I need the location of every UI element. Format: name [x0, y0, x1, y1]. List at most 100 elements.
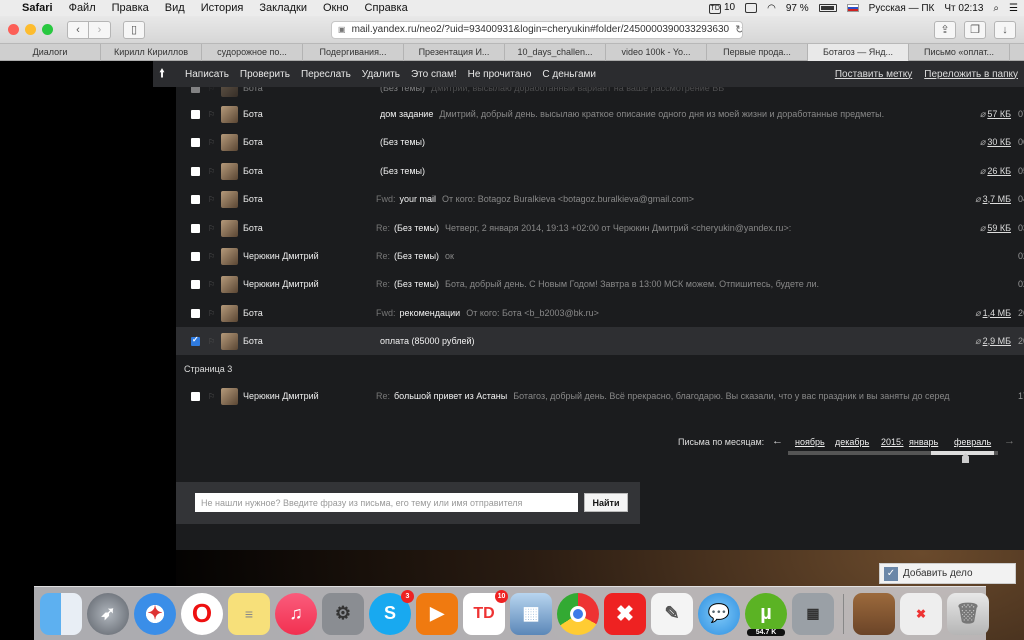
importance-flag-icon[interactable]: ⚐ — [208, 87, 216, 93]
messages-icon[interactable]: 💬 — [698, 592, 740, 635]
month-november[interactable]: ноябрь — [795, 437, 825, 447]
wifi-icon[interactable]: ◠ — [767, 3, 776, 14]
downloads-stack-icon[interactable] — [853, 592, 895, 635]
message-row[interactable]: ⚐ Бота (Без темы) ⌀26 КБ 05.01.14 — [176, 157, 1024, 185]
months-prev-arrow-icon[interactable]: ← — [772, 435, 783, 447]
message-subject-area[interactable]: Fwd: your mail От кого: Botagoz Buralkieva… — [376, 194, 966, 204]
year-2015[interactable]: 2015: — [881, 437, 904, 447]
importance-flag-icon[interactable]: ⚐ — [208, 280, 216, 289]
importance-flag-icon[interactable]: ⚐ — [208, 252, 216, 261]
importance-flag-icon[interactable]: ⚐ — [208, 195, 216, 204]
message-subject-area[interactable]: (Без темы) — [376, 137, 966, 147]
menu-app-name[interactable]: Safari — [22, 2, 53, 14]
check-mail-button[interactable]: Проверить — [240, 69, 290, 80]
scroll-up-icon[interactable]: 🠙 — [159, 64, 175, 85]
forward-button[interactable]: › — [89, 20, 111, 39]
message-row[interactable]: ⚐ Бота Re: (Без темы) Четверг, 2 января 2014… — [176, 214, 1024, 242]
textedit-icon[interactable]: ✎ — [651, 592, 693, 635]
menu-file[interactable]: Файл — [69, 2, 96, 14]
spotlight-icon[interactable]: ⌕ — [993, 3, 999, 14]
message-row[interactable]: ⚐ Черюкин Дмитрий Re: большой привет из Аст… — [176, 382, 1024, 410]
notification-center-icon[interactable]: ☰ — [1009, 3, 1018, 14]
minimize-window-icon[interactable] — [25, 24, 36, 35]
menu-bookmarks[interactable]: Закладки — [259, 2, 307, 14]
menu-help[interactable]: Справка — [365, 2, 408, 14]
back-button[interactable]: ‹ — [67, 20, 89, 39]
finder-icon[interactable] — [40, 592, 82, 635]
message-row[interactable]: ⚐ Черюкин Дмитрий Re: (Без темы) Бота, добры… — [176, 270, 1024, 298]
attachment-size[interactable]: ⌀ 1,4 МБ — [966, 308, 1011, 319]
set-label-button[interactable]: Поставить метку — [835, 69, 912, 80]
tab-podergivaniya[interactable]: Подергивания... — [303, 44, 404, 61]
trash-icon[interactable]: 🗑 — [947, 592, 989, 635]
tab-pervye-prodazhi[interactable]: Первые прода... — [707, 44, 808, 61]
message-subject-area[interactable]: Re: большой привет из Астаны Ботагоз, добр… — [376, 391, 966, 401]
safari-icon[interactable]: ✦ — [134, 592, 176, 635]
address-bar[interactable]: ▣ mail.yandex.ru/neo2/?uid=93400931&logi… — [331, 20, 743, 39]
message-row[interactable]: ⚐ Бота Fwd: рекомендации От кого: Бота <b_b2… — [176, 299, 1024, 327]
attachment-size[interactable]: ⌀ 57 КБ — [966, 109, 1011, 120]
tab-10-days[interactable]: 10_days_challen... — [505, 44, 606, 61]
search-input[interactable] — [195, 493, 578, 512]
message-subject-area[interactable]: Re: (Без темы) Бота, добрый день. С Новым … — [376, 279, 966, 289]
tabs-overview-icon[interactable]: ❐ — [964, 20, 986, 39]
opera-icon[interactable]: O — [181, 592, 223, 635]
message-row[interactable]: ⚐ Бота дом задание Дмитрий, добрый день. вы… — [176, 100, 1024, 128]
status-app-icon[interactable] — [745, 3, 758, 13]
month-february[interactable]: февраль — [954, 437, 991, 447]
compose-button[interactable]: Написать — [185, 69, 229, 80]
tab-dialogi[interactable]: Диалоги — [0, 44, 101, 61]
player-icon[interactable]: ▶ — [416, 592, 458, 635]
share-icon[interactable]: ⇪ — [934, 20, 956, 39]
message-checkbox[interactable] — [191, 194, 200, 204]
chrome-icon[interactable] — [557, 592, 599, 635]
message-checkbox[interactable] — [191, 166, 200, 176]
message-checkbox[interactable] — [191, 279, 200, 289]
tasks-app-icon[interactable]: TD 10 — [463, 589, 508, 635]
menu-edit[interactable]: Правка — [112, 2, 149, 14]
message-checkbox[interactable] — [191, 335, 200, 346]
tab-video[interactable]: video 100k - Yo... — [606, 44, 707, 61]
sidebar-toggle-icon[interactable]: ▯ — [123, 20, 145, 39]
message-checkbox[interactable] — [191, 137, 200, 147]
tab-prezentatsiya[interactable]: Презентация И... — [404, 44, 505, 61]
importance-flag-icon[interactable]: ⚐ — [208, 224, 216, 233]
message-checkbox[interactable] — [191, 223, 200, 233]
documents-stack-icon[interactable]: ✖ — [900, 592, 942, 635]
menu-window[interactable]: Окно — [323, 2, 349, 14]
russian-flag-icon[interactable] — [846, 4, 859, 12]
preview-icon[interactable]: ▦ — [510, 592, 552, 635]
notification-status-icon[interactable]: TD 10 — [709, 2, 735, 14]
tab-pismo-oplata[interactable]: Письмо «оплат... — [909, 44, 1010, 61]
attachment-size[interactable]: ⌀ 3,7 МБ — [966, 194, 1011, 205]
menu-history[interactable]: История — [201, 2, 244, 14]
notes-icon[interactable]: ≡ — [228, 592, 270, 635]
message-checkbox[interactable] — [191, 308, 200, 318]
zoom-window-icon[interactable] — [42, 24, 53, 35]
search-button[interactable]: Найти — [584, 493, 628, 512]
attachment-size[interactable]: ⌀ 26 КБ — [966, 166, 1011, 177]
reload-icon[interactable]: ↻ — [735, 23, 742, 36]
move-to-folder-button[interactable]: Переложить в папку — [924, 69, 1018, 80]
importance-flag-icon[interactable]: ⚐ — [208, 110, 216, 119]
tab-sudorozhnoe[interactable]: судорожное по... — [202, 44, 303, 61]
message-subject-area[interactable]: дом задание Дмитрий, добрый день. высылаю… — [376, 109, 966, 119]
add-task-widget[interactable]: ✓ Добавить дело — [879, 563, 1016, 584]
months-next-arrow-icon[interactable]: → — [1004, 435, 1015, 447]
crossover-icon[interactable]: ✖ — [604, 592, 646, 635]
system-preferences-icon[interactable]: ⚙ — [322, 592, 364, 635]
battery-icon[interactable] — [818, 4, 837, 12]
attachment-size[interactable]: ⌀ 2,9 МБ — [966, 336, 1011, 347]
message-subject-area[interactable]: (Без темы) Дмитрий, высылаю доработанный … — [376, 87, 966, 93]
message-subject-area[interactable]: Re: (Без темы) ок — [376, 251, 966, 261]
tab-botagoz-yandex[interactable]: Ботагоз — Янд... — [808, 44, 909, 61]
message-checkbox[interactable] — [191, 251, 200, 261]
message-subject-area[interactable]: оплата (85000 рублей) — [376, 336, 966, 346]
calculator-icon[interactable]: ▦ — [792, 592, 834, 635]
keyboard-layout[interactable]: Русская — ПК — [869, 3, 935, 14]
importance-flag-icon[interactable]: ⚐ — [208, 337, 216, 346]
attachment-size[interactable]: ⌀ 59 КБ — [966, 223, 1011, 234]
message-row[interactable]: ⚐ Бота (Без темы) ⌀30 КБ 06.01.14 — [176, 128, 1024, 156]
with-money-button[interactable]: С деньгами — [542, 69, 596, 80]
message-checkbox[interactable] — [191, 87, 200, 93]
